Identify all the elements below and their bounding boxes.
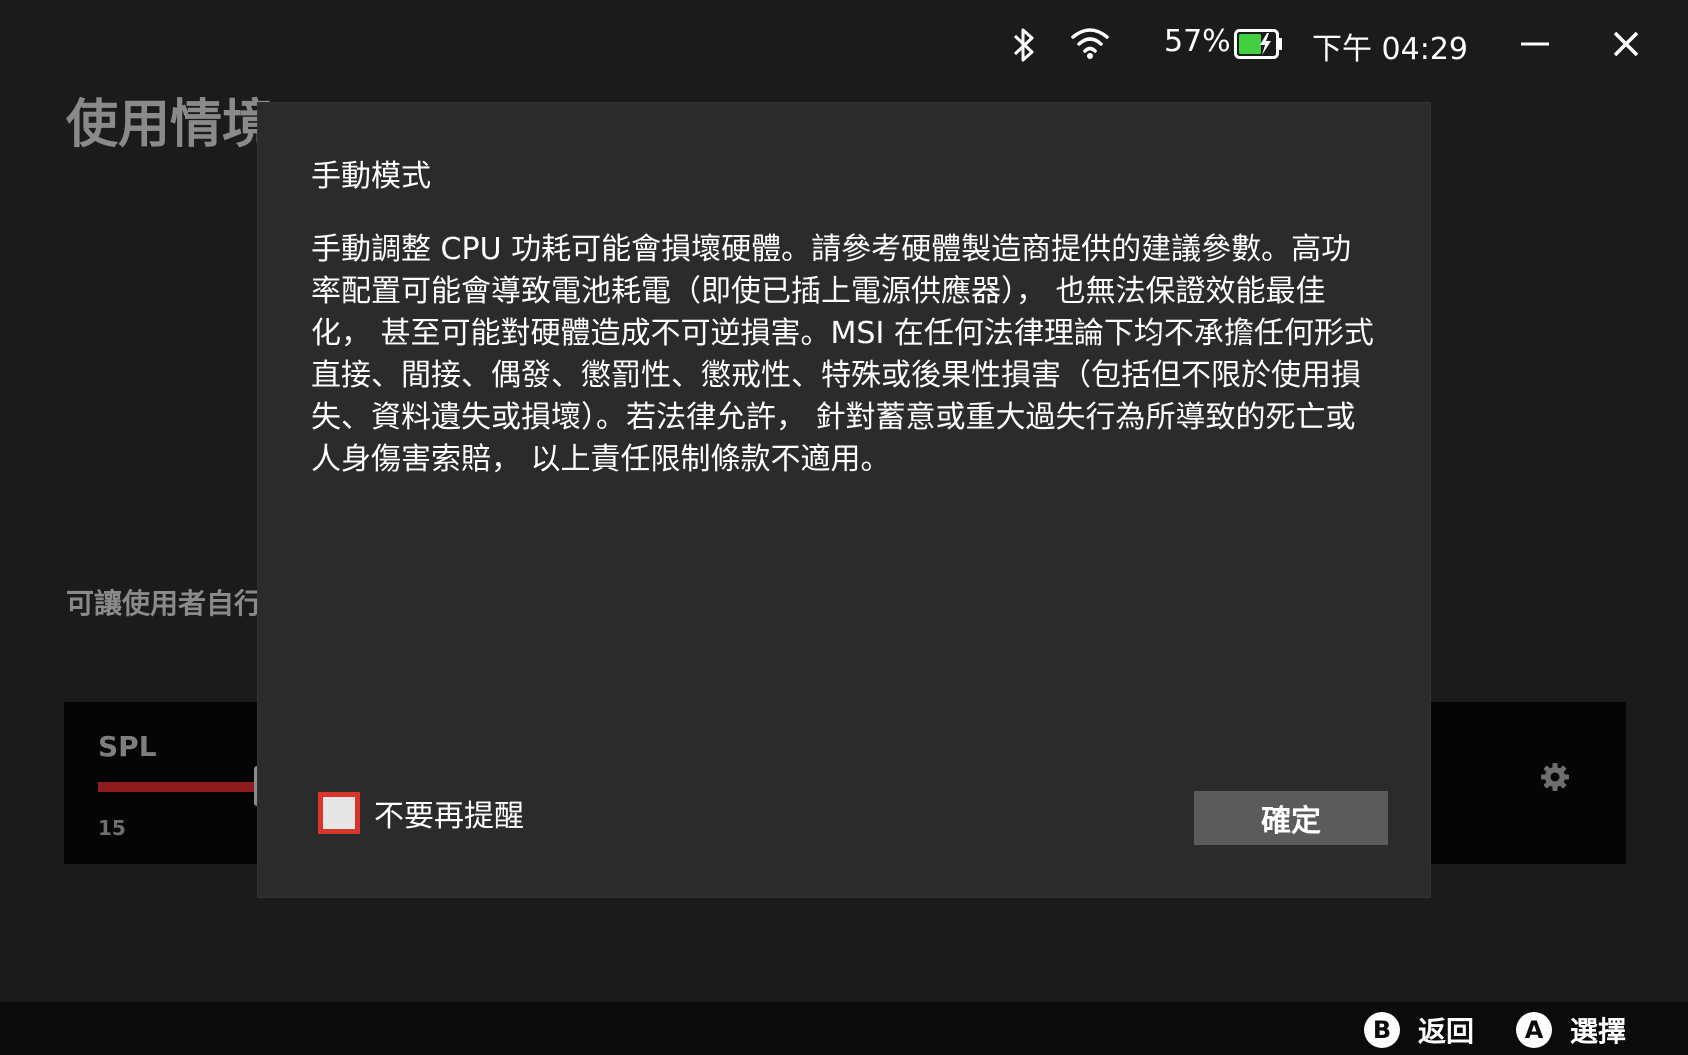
back-hint[interactable]: B 返回 <box>1364 1010 1474 1050</box>
close-button[interactable] <box>1602 22 1650 66</box>
dont-remind-option[interactable]: 不要再提醒 <box>318 791 524 835</box>
page-title: 使用情境 <box>66 95 275 155</box>
close-icon <box>1613 31 1639 57</box>
b-button-icon: B <box>1364 1012 1400 1048</box>
bluetooth-icon <box>1010 25 1038 69</box>
section-subtitle: 可讓使用者自行 <box>66 587 263 620</box>
dialog-body: 手動調整 CPU 功耗可能會損壞硬體。請參考硬體製造商提供的建議參數。高功率配置… <box>311 232 1374 477</box>
minimize-icon <box>1521 42 1549 46</box>
checkbox-box <box>323 797 355 829</box>
battery-percent: 57% <box>1164 24 1231 59</box>
dialog-title: 手動模式 <box>311 159 431 194</box>
minimize-button[interactable] <box>1510 24 1560 64</box>
back-label: 返回 <box>1418 1015 1475 1048</box>
select-hint[interactable]: A 選擇 <box>1516 1010 1626 1050</box>
select-label: 選擇 <box>1570 1015 1627 1048</box>
dont-remind-label: 不要再提醒 <box>374 799 524 834</box>
manual-mode-dialog: 手動模式 手動調整 CPU 功耗可能會損壞硬體。請參考硬體製造商提供的建議參數。… <box>258 103 1430 897</box>
spl-value: 15 <box>98 816 126 840</box>
dont-remind-checkbox[interactable] <box>318 792 360 834</box>
wifi-icon <box>1070 25 1110 65</box>
a-button-icon: A <box>1516 1012 1552 1048</box>
clock: 下午 04:29 <box>1312 32 1468 67</box>
app-window: 57% 下午 04:29 使用情境 可讓使用者自行 SPL 15 手動模式 手動… <box>0 0 1688 1055</box>
spl-label: SPL <box>98 730 157 763</box>
bottom-hint-bar: B 返回 A 選擇 <box>0 1002 1688 1055</box>
spl-slider-track[interactable] <box>98 782 258 792</box>
gear-icon[interactable] <box>1538 760 1572 794</box>
confirm-button[interactable]: 確定 <box>1194 791 1388 845</box>
battery-icon <box>1234 28 1284 64</box>
